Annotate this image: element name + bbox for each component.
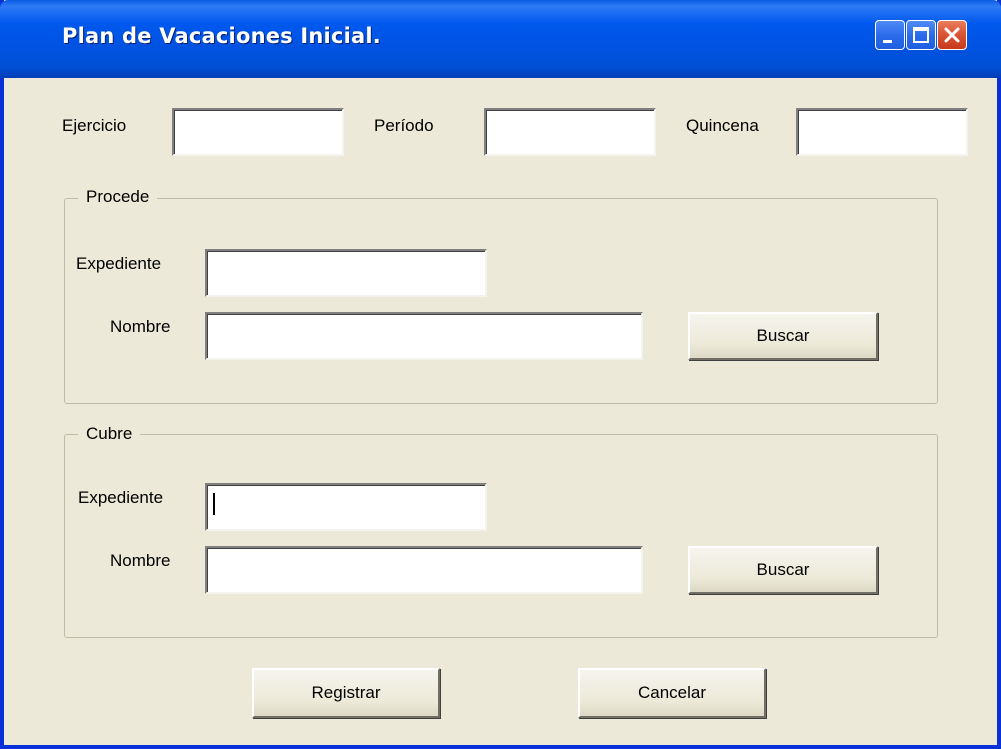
quincena-label: Quincena — [686, 116, 759, 135]
close-button[interactable] — [937, 20, 967, 50]
procede-expediente-label: Expediente — [76, 254, 162, 273]
ejercicio-label: Ejercicio — [62, 116, 127, 135]
maximize-icon — [913, 27, 929, 43]
minimize-icon — [883, 40, 892, 43]
minimize-button[interactable] — [875, 20, 905, 50]
ejercicio-field[interactable] — [172, 108, 344, 156]
registrar-button[interactable]: Registrar — [252, 668, 440, 718]
text-cursor — [213, 493, 215, 515]
cubre-expediente-label: Expediente — [78, 488, 164, 507]
cubre-nombre-field[interactable] — [205, 546, 643, 594]
cubre-expediente-field[interactable] — [205, 483, 487, 531]
cubre-buscar-button[interactable]: Buscar — [688, 546, 878, 594]
close-icon — [944, 27, 960, 43]
procede-buscar-button[interactable]: Buscar — [688, 312, 878, 360]
maximize-button[interactable] — [906, 20, 936, 50]
periodo-label: Período — [374, 116, 434, 135]
window-title: Plan de Vacaciones Inicial. — [62, 24, 381, 48]
procede-group — [64, 198, 938, 404]
procede-expediente-field[interactable] — [205, 249, 487, 297]
procede-nombre-field[interactable] — [205, 312, 643, 360]
quincena-field[interactable] — [796, 108, 968, 156]
title-bar[interactable]: Plan de Vacaciones Inicial. — [0, 0, 1001, 78]
cubre-group — [64, 434, 938, 638]
cubre-legend: Cubre — [78, 424, 141, 444]
cancelar-button[interactable]: Cancelar — [578, 668, 766, 718]
procede-legend: Procede — [78, 187, 158, 207]
cubre-nombre-label: Nombre — [110, 551, 171, 570]
periodo-field[interactable] — [484, 108, 656, 156]
procede-nombre-label: Nombre — [110, 317, 171, 336]
dialog-window: Plan de Vacaciones Inicial. Ejercicio Pe… — [0, 0, 1001, 749]
